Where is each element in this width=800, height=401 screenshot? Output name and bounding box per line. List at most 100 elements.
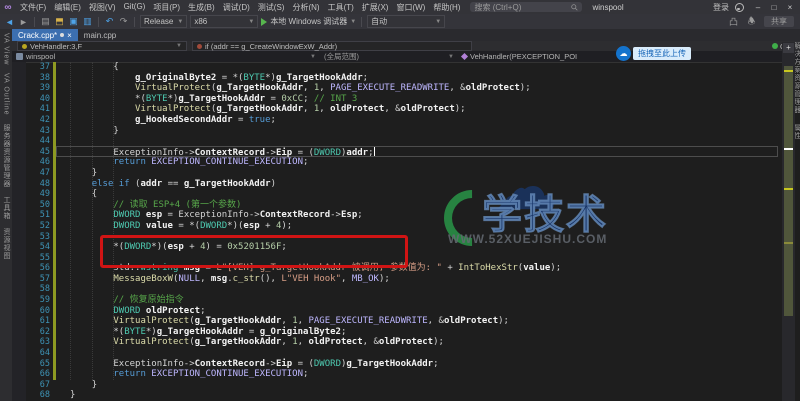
code-line: VirtualProtect(g_TargetHookAddr, 1, PAGE… <box>70 316 561 327</box>
left-strip-tab[interactable]: VA View <box>3 33 10 65</box>
line-number: 61 <box>26 316 50 327</box>
menu-item[interactable]: 调试(D) <box>219 2 254 13</box>
scrollbar-mark <box>784 242 793 244</box>
scope-dropdown[interactable]: (全局范围) ▼ <box>320 51 458 62</box>
menu-item[interactable]: 编辑(E) <box>50 2 85 13</box>
menu-item[interactable]: 生成(B) <box>184 2 219 13</box>
line-number: 55 <box>26 253 50 264</box>
close-tab-icon[interactable]: × <box>67 31 72 40</box>
line-number: 40 <box>26 94 50 105</box>
go-icon <box>772 43 778 49</box>
definition-dot-icon <box>197 44 202 49</box>
line-number: 57 <box>26 274 50 285</box>
line-number: 56 <box>26 263 50 274</box>
code-line <box>70 136 561 147</box>
feedback-icon[interactable]: 凸 <box>728 16 739 27</box>
menu-item[interactable]: 文件(F) <box>16 2 50 13</box>
scrollbar-zoom-button[interactable]: + <box>783 43 794 53</box>
left-strip-tab[interactable]: 工具箱 <box>1 196 11 220</box>
line-number: 64 <box>26 348 50 359</box>
menu-item[interactable]: 窗口(W) <box>392 2 429 13</box>
breakpoint-margin[interactable] <box>12 62 26 401</box>
menu-item[interactable]: Git(G) <box>120 2 150 13</box>
code-line: ExceptionInfo->ContextRecord->Eip = (DWO… <box>70 359 561 370</box>
context-dot-icon <box>22 44 27 49</box>
annotation-red-box <box>100 235 408 268</box>
menu-item[interactable]: 视图(V) <box>85 2 120 13</box>
project-dropdown[interactable]: winspool ▼ <box>12 52 320 61</box>
minimize-button[interactable]: – <box>750 3 766 12</box>
document-tab[interactable]: main.cpp <box>78 29 122 41</box>
left-strip-tab[interactable]: VA Outline <box>3 73 10 116</box>
code-line: return EXCEPTION_CONTINUE_EXECUTION; <box>70 369 561 380</box>
menu-item[interactable]: 分析(N) <box>288 2 323 13</box>
open-folder-icon[interactable]: ⬒ <box>54 16 65 27</box>
window-title: winspool <box>592 3 623 12</box>
code-editor[interactable]: { g_OriginalByte2 = *(BYTE*)g_TargetHook… <box>70 62 561 401</box>
menu-item[interactable]: 扩展(X) <box>358 2 393 13</box>
line-number: 44 <box>26 136 50 147</box>
visual-studio-logo-icon: ∞ <box>0 2 16 13</box>
upload-tip-label: 拖拽至此上传 <box>633 47 691 60</box>
left-tool-strip: VA View VA Outline 服务器资源管理器工具箱资源视图 <box>0 29 12 401</box>
scrollbar-thumb[interactable] <box>784 66 793 316</box>
save-all-icon[interactable]: ▥ <box>82 16 93 27</box>
tab-label: Crack.cpp* <box>18 31 57 40</box>
change-tracking-bar <box>53 62 56 380</box>
menu-item[interactable]: 帮助(H) <box>429 2 464 13</box>
line-number: 53 <box>26 232 50 243</box>
line-number-gutter: 3738394041424344454647484950515253545556… <box>26 62 50 401</box>
va-definition-dropdown[interactable]: if (addr == g_CreateWindowExW_Addr) <box>192 41 472 51</box>
line-number: 58 <box>26 284 50 295</box>
scrollbar-mark <box>784 70 793 72</box>
left-strip-tab[interactable]: 资源视图 <box>1 228 11 260</box>
text-caret <box>374 147 375 156</box>
line-number: 41 <box>26 104 50 115</box>
solution-platform-select[interactable]: x86▼ <box>190 15 258 28</box>
close-button[interactable]: × <box>782 3 798 12</box>
line-number: 46 <box>26 157 50 168</box>
menu-item[interactable]: 工具(T) <box>324 2 358 13</box>
code-line: g_OriginalByte2 = *(BYTE*)g_TargetHookAd… <box>70 73 561 84</box>
vertical-scrollbar[interactable] <box>782 42 795 401</box>
line-number: 51 <box>26 210 50 221</box>
line-number: 49 <box>26 189 50 200</box>
code-line: else if (addr == g_TargetHookAddr) <box>70 179 561 190</box>
line-number: 37 <box>26 62 50 73</box>
line-number: 52 <box>26 221 50 232</box>
menu-item[interactable]: 测试(S) <box>254 2 289 13</box>
code-line: { <box>70 189 561 200</box>
maximize-button[interactable]: □ <box>766 3 782 12</box>
sign-in-label[interactable]: 登录 <box>713 2 729 13</box>
navigate-forward-icon[interactable]: ► <box>18 16 29 27</box>
code-line: return EXCEPTION_CONTINUE_EXECUTION; <box>70 157 561 168</box>
code-line: VirtualProtect(g_TargetHookAddr, 1, oldP… <box>70 337 561 348</box>
new-file-icon[interactable]: ▤ <box>40 16 51 27</box>
line-number: 66 <box>26 369 50 380</box>
save-icon[interactable]: ▣ <box>68 16 79 27</box>
code-line: } <box>70 390 561 401</box>
menu-item[interactable]: 项目(P) <box>149 2 184 13</box>
line-number: 48 <box>26 179 50 190</box>
va-context-dropdown[interactable]: VehHandler:3,F ▼ <box>17 41 187 51</box>
redo-icon[interactable]: ↷ <box>118 16 129 27</box>
user-account-icon[interactable] <box>735 3 744 12</box>
standard-toolbar: ◄ ► ▤ ⬒ ▣ ▥ ↶ ↷ Release▼ x86▼ 本地 Windows… <box>0 14 800 29</box>
solution-configuration-select[interactable]: Release▼ <box>140 15 187 28</box>
navigate-back-icon[interactable]: ◄ <box>4 16 15 27</box>
member-dropdown[interactable]: VehHandler(PEXCEPTION_POI <box>458 52 766 61</box>
notifications-bell-icon[interactable]: 🕭 <box>746 16 757 27</box>
code-line: DWORD oldProtect; <box>70 306 561 317</box>
left-strip-tab[interactable]: 服务器资源管理器 <box>1 124 11 188</box>
search-icon <box>571 4 578 11</box>
start-debugging-button[interactable]: 本地 Windows 调试器▼ <box>261 16 356 27</box>
code-line: MessageBoxW(NULL, msg.c_str(), L"VEH Hoo… <box>70 274 561 285</box>
live-share-button[interactable]: 共享 <box>764 16 794 27</box>
search-input[interactable]: 搜索 (Ctrl+Q) <box>470 2 582 12</box>
undo-icon[interactable]: ↶ <box>104 16 115 27</box>
code-line <box>70 284 561 295</box>
run-mode-select[interactable]: 自动▼ <box>367 15 445 28</box>
document-tab[interactable]: Crack.cpp* × <box>12 29 78 41</box>
code-line: } <box>70 168 561 179</box>
upload-overlay[interactable]: ☁ 拖拽至此上传 <box>616 46 691 61</box>
